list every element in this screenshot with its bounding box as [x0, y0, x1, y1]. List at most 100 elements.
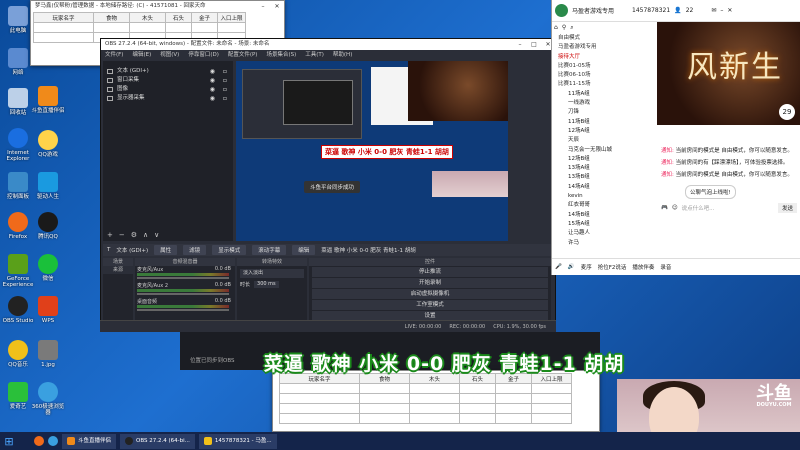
sheet-cell[interactable] [129, 22, 166, 33]
source-item[interactable]: 窗口采集 ◉ ▫ [103, 76, 233, 85]
mail-icon[interactable]: ✉ [711, 7, 716, 14]
taskbar-app-douyu[interactable]: 斗鱼直播伴侣 [62, 433, 117, 449]
sheet-cell[interactable] [359, 403, 410, 414]
scenes-tab[interactable]: 场景 [103, 258, 133, 266]
edit-button[interactable]: 编辑 [292, 245, 316, 255]
minimize-icon[interactable]: – [256, 1, 270, 12]
tree-user[interactable]: 红衣哥哥 [554, 201, 658, 210]
queue-label[interactable]: 麦序 [581, 263, 592, 271]
channel-tree[interactable]: 自由模式 马盈者游戏专用 接待大厅 比赛01-05场 比赛06-10场 比赛11-15场 1… [554, 34, 658, 254]
sheet-cell[interactable] [279, 403, 360, 414]
source-item[interactable]: 显示器采集 ◉ ▫ [103, 94, 233, 103]
start-recording-button[interactable]: 开始录制 [312, 278, 548, 288]
move-up-icon[interactable]: ∧ [143, 231, 148, 239]
taskbar-app-obs[interactable]: OBS 27.2.4 (64-bi... [120, 433, 195, 449]
menu-help[interactable]: 帮助(H) [333, 50, 352, 60]
menu-view[interactable]: 视图(V) [160, 50, 179, 60]
minimize-icon[interactable]: – [720, 7, 723, 14]
mixer-channel[interactable]: 麦克风/Aux 0.0 dB [135, 266, 235, 282]
bottom-sheet-table[interactable]: 玩家名字 食物 木头 石头 金子 入口上限 [279, 373, 572, 424]
stop-streaming-button[interactable]: 停止推流 [312, 267, 548, 277]
sheet-cell[interactable] [495, 393, 532, 404]
duration-input[interactable]: 300 ms [254, 281, 279, 288]
desktop-icon-douyu[interactable]: 斗鱼直播伴侣 [31, 86, 65, 114]
virtual-camera-button[interactable]: 启动虚拟摄像机 [312, 289, 548, 299]
tree-channel[interactable]: 比赛11-15场 [554, 80, 658, 89]
chat-input[interactable]: 说点什么吧... [682, 204, 774, 212]
record-button[interactable]: 录音 [660, 263, 671, 271]
douyu-room-panel[interactable]: 马盈者游戏专用 1457878321 👤 22 ✉ – ✕ ⌂ ⚲ ⌕ 自由模式 马盈… [551, 0, 800, 275]
tree-user[interactable]: 12场A组 [554, 127, 658, 136]
desktop-icon-qq-game[interactable]: QQ游戏 [31, 130, 65, 158]
tree-user[interactable]: 刀锋 [554, 108, 658, 117]
obs-window[interactable]: OBS 27.2.4 (64-bit, windows) - 配置文件: 未命名… [100, 38, 556, 332]
add-icon[interactable]: + [107, 231, 113, 239]
desktop-icon-jpg[interactable]: 1.jpg [31, 340, 65, 368]
firefox-taskbar-icon[interactable] [34, 436, 44, 446]
sheet-cell[interactable] [495, 413, 532, 424]
mic-icon[interactable]: 🎤 [555, 264, 562, 270]
lock-icon[interactable]: ▫ [223, 67, 227, 76]
tree-user[interactable]: 13场A组 [554, 164, 658, 173]
sheet-cell[interactable] [359, 383, 410, 394]
emoji-icon[interactable]: ☺ [672, 205, 678, 211]
desktop-icon-ie[interactable]: Internet Explorer [1, 128, 35, 162]
scroll-text-button[interactable]: 滚动字幕 [252, 245, 287, 255]
sheet-header[interactable]: 玩家名字 [33, 12, 94, 23]
home-icon[interactable]: ⌂ [554, 24, 558, 32]
eye-icon[interactable]: ◉ [210, 85, 215, 94]
top-sheet-titlebar[interactable]: 梦马鑫(仅帮粉)管理数据 - 本地储存路径: (C) - 41571081 - … [31, 1, 284, 12]
tree-channel[interactable]: 比赛01-05场 [554, 62, 658, 71]
sheet-header[interactable]: 石头 [165, 12, 192, 23]
volume-slider[interactable] [137, 309, 229, 311]
sheet-cell[interactable] [165, 22, 192, 33]
maximize-icon[interactable]: □ [527, 39, 541, 50]
tree-channel[interactable]: 接待大厅 [554, 53, 658, 62]
desktop-icon-control-panel[interactable]: 控制面板 [1, 172, 35, 200]
obs-titlebar[interactable]: OBS 27.2.4 (64-bit, windows) - 配置文件: 未命名… [101, 39, 555, 50]
filters-button[interactable]: 滤镜 [183, 245, 207, 255]
desktop-icon-geforce[interactable]: GeForce Experience [1, 254, 35, 288]
tree-user[interactable]: 许马 [554, 239, 658, 248]
reminder-bubble[interactable]: 公聊气泡上线啦! [685, 185, 736, 199]
eye-icon[interactable]: ◉ [210, 67, 215, 76]
tree-user[interactable]: 一线游戏 [554, 99, 658, 108]
bottom-sheet-window[interactable]: 玩家名字 食物 木头 石头 金子 入口上限 [272, 370, 600, 432]
browser-taskbar-icon[interactable] [48, 436, 58, 446]
mixer-channel[interactable]: 桌面音频 0.0 dB [135, 298, 235, 314]
sources-tab[interactable]: 来源 [103, 266, 133, 274]
menu-docks[interactable]: 停靠窗口(D) [188, 50, 219, 60]
menu-profile[interactable]: 配置文件(P) [228, 50, 258, 60]
gamepad-icon[interactable]: 🎮 [661, 205, 668, 211]
sheet-cell[interactable] [217, 22, 246, 33]
tree-user[interactable]: 15场A组 [554, 220, 658, 229]
play-bgm-button[interactable]: 播放伴奏 [632, 263, 654, 271]
taskbar-app-room[interactable]: 1457878321 - 马盈... [198, 433, 277, 449]
desktop-icon-wps[interactable]: WPS [31, 296, 65, 324]
sheet-cell[interactable] [359, 393, 410, 404]
tree-user[interactable]: 11场B组 [554, 118, 658, 127]
display-mode-button[interactable]: 显示模式 [212, 245, 247, 255]
move-down-icon[interactable]: ∨ [154, 231, 159, 239]
desktop-icon-360[interactable]: 360极速浏览器 [31, 382, 65, 416]
tree-user[interactable]: 13场B组 [554, 173, 658, 182]
send-button[interactable]: 发送 [777, 203, 797, 213]
location-icon[interactable]: ⚲ [562, 24, 566, 32]
eye-icon[interactable]: ◉ [210, 94, 215, 103]
desktop-icon-qq-music[interactable]: QQ音乐 [1, 340, 35, 368]
speaker-icon[interactable]: 🔊 [568, 264, 575, 270]
tree-user[interactable]: 14场A组 [554, 183, 658, 192]
properties-button[interactable]: 属性 [154, 245, 178, 255]
sheet-cell[interactable] [279, 383, 360, 394]
close-icon[interactable]: ✕ [270, 1, 284, 12]
tree-user[interactable]: 让马趣人 [554, 229, 658, 238]
lock-icon[interactable]: ▫ [223, 85, 227, 94]
sheet-cell[interactable] [459, 403, 496, 414]
minimize-icon[interactable]: – [513, 39, 527, 50]
desktop-icon-wechat[interactable]: 微信 [31, 254, 65, 282]
transition-select[interactable]: 淡入淡出 [240, 269, 304, 278]
menu-scene-collection[interactable]: 场景集合(S) [266, 50, 296, 60]
source-item[interactable]: 图像 ◉ ▫ [103, 85, 233, 94]
desktop-icon-iqiyi[interactable]: 爱奇艺 [1, 382, 35, 410]
chat-area[interactable]: 通知: 当前房间的模式是 自由模式，你可以随意发言。 通知: 当前房间的有【踩漂… [657, 145, 800, 217]
